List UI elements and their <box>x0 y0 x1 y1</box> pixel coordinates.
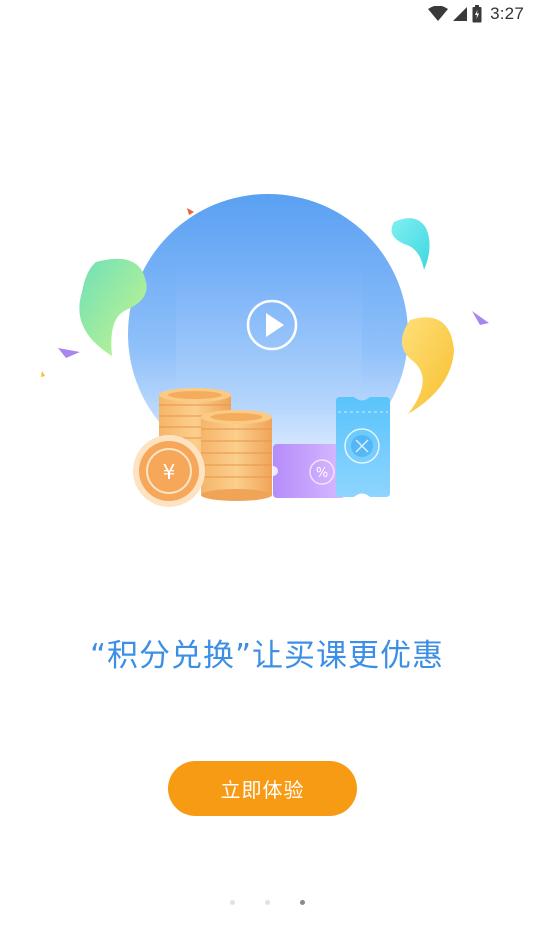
ticket-icon <box>336 397 390 497</box>
try-now-button[interactable]: 立即体验 <box>168 761 357 816</box>
page-title: “积分兑换”让买课更优惠 <box>89 638 445 674</box>
coupon-icon: % <box>268 444 345 498</box>
pagination-dots <box>0 900 534 905</box>
svg-text:%: % <box>316 466 328 481</box>
page-dot[interactable] <box>229 900 235 905</box>
page-dot-active[interactable] <box>299 900 305 905</box>
page-dot[interactable] <box>264 900 270 905</box>
svg-text:¥: ¥ <box>163 460 176 484</box>
coin-icon: ¥ <box>133 435 205 507</box>
rewards-illustration: % ¥ <box>41 194 489 507</box>
